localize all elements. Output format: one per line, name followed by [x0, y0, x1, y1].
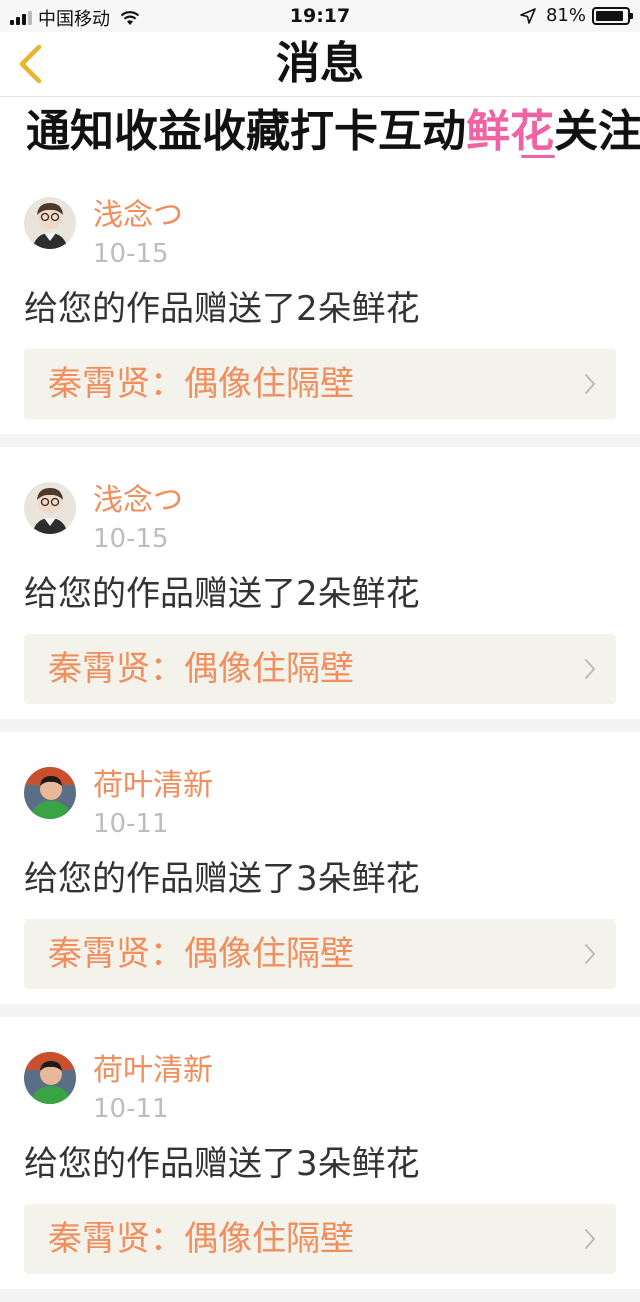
battery-icon: [592, 6, 633, 25]
avatar[interactable]: [24, 197, 76, 249]
status-bar: 中国移动 19:17 81%: [0, 0, 640, 32]
chevron-right-icon: [585, 374, 595, 394]
sender-name[interactable]: 浅念つ: [93, 196, 183, 236]
tab-interactions[interactable]: 互动: [378, 106, 466, 158]
tab-check-in[interactable]: 打卡: [290, 106, 378, 158]
status-right: 81%: [520, 5, 633, 26]
message-text: 给您的作品赠送了3朵鲜花: [24, 1144, 420, 1184]
battery-percent: 81%: [545, 5, 586, 26]
tab-following[interactable]: 关注: [554, 106, 640, 158]
work-title: 秦霄贤：偶像住隔壁: [48, 1219, 354, 1259]
tab-bar: 通知 收益 收藏 打卡 互动 鲜花 关注: [0, 98, 640, 162]
sender-name[interactable]: 荷叶清新: [93, 1051, 213, 1091]
message-text: 给您的作品赠送了3朵鲜花: [24, 859, 420, 899]
work-link[interactable]: 秦霄贤：偶像住隔壁: [24, 349, 616, 419]
tab-list: 通知 收益 收藏 打卡 互动 鲜花 关注: [26, 106, 640, 158]
sender-name[interactable]: 荷叶清新: [93, 766, 213, 806]
work-link[interactable]: 秦霄贤：偶像住隔壁: [24, 1204, 616, 1274]
message-text: 给您的作品赠送了2朵鲜花: [24, 574, 420, 614]
work-title: 秦霄贤：偶像住隔壁: [48, 934, 354, 974]
message-date: 10-11: [93, 1094, 169, 1124]
avatar[interactable]: [24, 767, 76, 819]
message-card: 荷叶清新 10-11 给您的作品赠送了3朵鲜花 秦霄贤：偶像住隔壁: [0, 732, 640, 1017]
message-list: 浅念つ 10-15 给您的作品赠送了2朵鲜花 秦霄贤：偶像住隔壁 浅念つ 10-…: [0, 162, 640, 1302]
message-date: 10-15: [93, 524, 169, 554]
sender-name[interactable]: 浅念つ: [93, 481, 183, 521]
chevron-right-icon: [585, 944, 595, 964]
tab-earnings[interactable]: 收益: [114, 106, 202, 158]
avatar[interactable]: [24, 1052, 76, 1104]
active-tab-indicator: [521, 155, 555, 158]
chevron-right-icon: [585, 1229, 595, 1249]
work-link[interactable]: 秦霄贤：偶像住隔壁: [24, 634, 616, 704]
tab-favorites[interactable]: 收藏: [202, 106, 290, 158]
message-text: 给您的作品赠送了2朵鲜花: [24, 289, 420, 329]
chevron-right-icon: [585, 659, 595, 679]
work-link[interactable]: 秦霄贤：偶像住隔壁: [24, 919, 616, 989]
message-date: 10-15: [93, 239, 169, 269]
message-card: 荷叶清新 10-11 给您的作品赠送了3朵鲜花 秦霄贤：偶像住隔壁: [0, 1017, 640, 1302]
nav-bar: 消息: [0, 32, 640, 97]
message-card: 浅念つ 10-15 给您的作品赠送了2朵鲜花 秦霄贤：偶像住隔壁: [0, 162, 640, 447]
avatar[interactable]: [24, 482, 76, 534]
work-title: 秦霄贤：偶像住隔壁: [48, 364, 354, 404]
message-card: 浅念つ 10-15 给您的作品赠送了2朵鲜花 秦霄贤：偶像住隔壁: [0, 447, 640, 732]
work-title: 秦霄贤：偶像住隔壁: [48, 649, 354, 689]
tab-notifications[interactable]: 通知: [26, 106, 114, 158]
page-title: 消息: [276, 38, 364, 89]
tab-flowers[interactable]: 鲜花: [466, 106, 554, 158]
message-date: 10-11: [93, 809, 169, 839]
location-arrow-icon: [520, 7, 536, 24]
